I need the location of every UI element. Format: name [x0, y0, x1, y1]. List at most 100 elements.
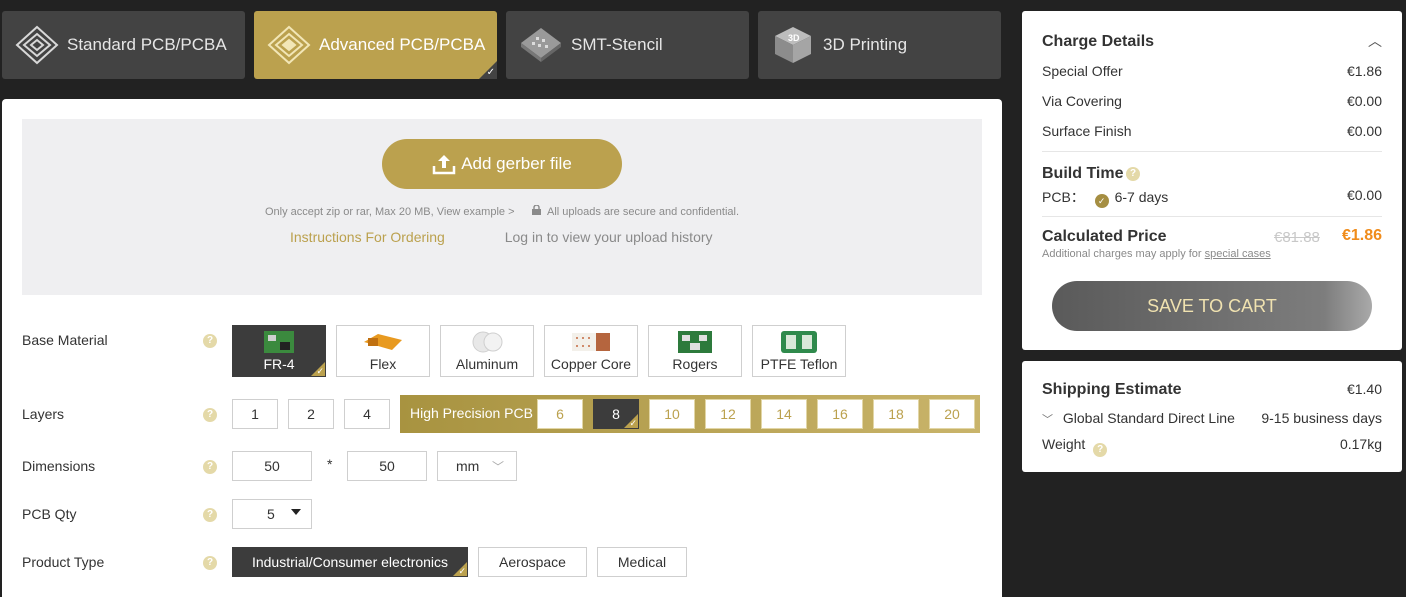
tab-label: Advanced PCB/PCBA: [319, 35, 486, 54]
build-time-value: €0.00: [1346, 187, 1382, 203]
dimensions-label: Dimensions: [22, 458, 96, 474]
pcb-label: PCB：: [1042, 189, 1085, 205]
layer-option-1[interactable]: 1: [232, 399, 278, 429]
layer-option-20[interactable]: 20: [929, 399, 975, 429]
calculated-price: €1.86: [1341, 227, 1382, 244]
product-type-label: Product Type: [22, 554, 105, 570]
special-cases-link[interactable]: special cases: [1205, 248, 1271, 260]
help-icon[interactable]: ?: [1126, 167, 1140, 181]
layer-option-12[interactable]: 12: [705, 399, 751, 429]
charge-value: €0.00: [1346, 93, 1382, 109]
check-icon: ✓: [316, 366, 324, 376]
charge-label: Special Offer: [1042, 63, 1123, 79]
flex-board-icon: [337, 330, 429, 354]
layer-option-8[interactable]: 8 ✓: [593, 399, 639, 429]
copper-core-icon: [545, 330, 637, 354]
caret-down-icon: [291, 509, 301, 515]
help-icon[interactable]: ?: [203, 556, 217, 570]
product-type-aerospace[interactable]: Aerospace: [478, 547, 587, 577]
save-to-cart-button[interactable]: SAVE TO CART: [1052, 281, 1372, 331]
material-aluminum[interactable]: Aluminum: [440, 325, 534, 377]
shipping-method-select[interactable]: ﹀ Global Standard Direct Line: [1042, 410, 1235, 427]
additional-charges-note: Additional charges may apply for special…: [1042, 248, 1271, 260]
layer-option-label: 8: [612, 406, 620, 422]
tab-3d-printing[interactable]: 3D 3D Printing: [758, 11, 1001, 79]
high-precision-band: High Precision PCB 6 8 ✓ 10 12 14 16 18 …: [400, 395, 980, 433]
tab-standard-pcb[interactable]: Standard PCB/PCBA: [2, 11, 245, 79]
charge-label: Via Covering: [1042, 93, 1122, 109]
weight-value: 0.17kg: [1339, 436, 1382, 452]
shipping-price: €1.40: [1346, 381, 1382, 397]
shipping-estimate-panel: Shipping Estimate €1.40 ﹀ Global Standar…: [1022, 361, 1402, 472]
layer-option-4[interactable]: 4: [344, 399, 390, 429]
product-type-industrial[interactable]: Industrial/Consumer electronics ✓: [232, 547, 468, 577]
tab-smt-stencil[interactable]: SMT-Stencil: [506, 11, 749, 79]
secure-note: All uploads are secure and confidential.: [547, 206, 740, 218]
unit-value: mm: [456, 458, 480, 474]
shipping-estimate-title: Shipping Estimate: [1042, 381, 1182, 398]
divider: [1042, 151, 1382, 152]
stencil-icon: [518, 25, 564, 65]
layer-option-6[interactable]: 6: [537, 399, 583, 429]
old-price: €81.88: [1274, 229, 1320, 246]
base-material-label: Base Material: [22, 332, 108, 348]
help-icon[interactable]: ?: [203, 408, 217, 422]
upload-format-note: Only accept zip or rar, Max 20 MB, View …: [264, 206, 515, 218]
tab-advanced-pcb[interactable]: Advanced PCB/PCBA ✓: [254, 11, 497, 79]
layer-option-18[interactable]: 18: [873, 399, 919, 429]
help-icon[interactable]: ?: [203, 508, 217, 522]
shipping-duration: 9-15 business days: [1261, 410, 1382, 426]
shipping-weight-row: Weight ? 0.17kg: [1042, 436, 1382, 457]
weight-label: Weight: [1042, 436, 1086, 452]
pcb-chip-icon: [266, 25, 312, 65]
layer-option-2[interactable]: 2: [288, 399, 334, 429]
unit-select[interactable]: mm ﹀: [437, 451, 517, 481]
material-label: Flex: [369, 356, 397, 372]
charge-row-via-covering: Via Covering €0.00: [1042, 93, 1382, 109]
note-text: Additional charges may apply for: [1042, 248, 1202, 260]
tab-label: SMT-Stencil: [571, 35, 663, 54]
help-icon[interactable]: ?: [1093, 443, 1108, 457]
material-flex[interactable]: Flex: [336, 325, 430, 377]
cube-3d-icon: 3D: [770, 25, 816, 65]
material-rogers[interactable]: Rogers: [648, 325, 742, 377]
order-form-panel: Add gerber file Only accept zip or rar, …: [2, 99, 1002, 597]
dimension-height-input[interactable]: 50: [347, 451, 427, 481]
pcb-qty-select[interactable]: 5: [232, 499, 312, 529]
tab-label: 3D Printing: [823, 35, 908, 54]
add-gerber-label: Add gerber file: [461, 154, 572, 173]
layer-option-16[interactable]: 16: [817, 399, 863, 429]
layers-label: Layers: [22, 406, 65, 422]
upload-history-link[interactable]: Log in to view your upload history: [505, 229, 713, 245]
material-label: Aluminum: [455, 356, 519, 372]
add-gerber-button[interactable]: Add gerber file: [382, 139, 622, 189]
charge-value: €1.86: [1346, 63, 1382, 79]
help-icon[interactable]: ?: [203, 334, 217, 348]
product-type-medical[interactable]: Medical: [597, 547, 687, 577]
material-copper-core[interactable]: Copper Core: [544, 325, 638, 377]
upload-area[interactable]: Add gerber file Only accept zip or rar, …: [22, 119, 982, 295]
pcb-chip-icon: [14, 25, 60, 65]
check-icon: ✓: [458, 566, 466, 576]
material-label: PTFE Teflon: [760, 356, 838, 372]
ptfe-board-icon: [753, 330, 845, 354]
help-icon[interactable]: ?: [203, 460, 217, 474]
dimension-width-input[interactable]: 50: [232, 451, 312, 481]
product-tabs: Standard PCB/PCBA Advanced PCB/PCBA ✓ SM…: [2, 11, 1002, 79]
charge-label: Surface Finish: [1042, 123, 1132, 139]
layer-option-14[interactable]: 14: [761, 399, 807, 429]
collapse-chevron-icon[interactable]: ︿: [1368, 31, 1382, 51]
aluminum-board-icon: [441, 330, 533, 354]
build-time-title: Build Time: [1042, 165, 1124, 182]
material-ptfe-teflon[interactable]: PTFE Teflon: [752, 325, 846, 377]
charge-row-surface-finish: Surface Finish €0.00: [1042, 123, 1382, 139]
instructions-link[interactable]: Instructions For Ordering: [290, 229, 445, 245]
material-fr4[interactable]: FR-4 ✓: [232, 325, 326, 377]
calculated-price-title: Calculated Price: [1042, 228, 1167, 245]
product-type-option-label: Industrial/Consumer electronics: [251, 554, 449, 570]
build-time-option[interactable]: PCB： ✓ 6-7 days: [1042, 187, 1168, 208]
build-time-days: 6-7 days: [1114, 189, 1169, 205]
lock-icon: [531, 204, 541, 218]
material-label: Copper Core: [550, 356, 632, 372]
layer-option-10[interactable]: 10: [649, 399, 695, 429]
